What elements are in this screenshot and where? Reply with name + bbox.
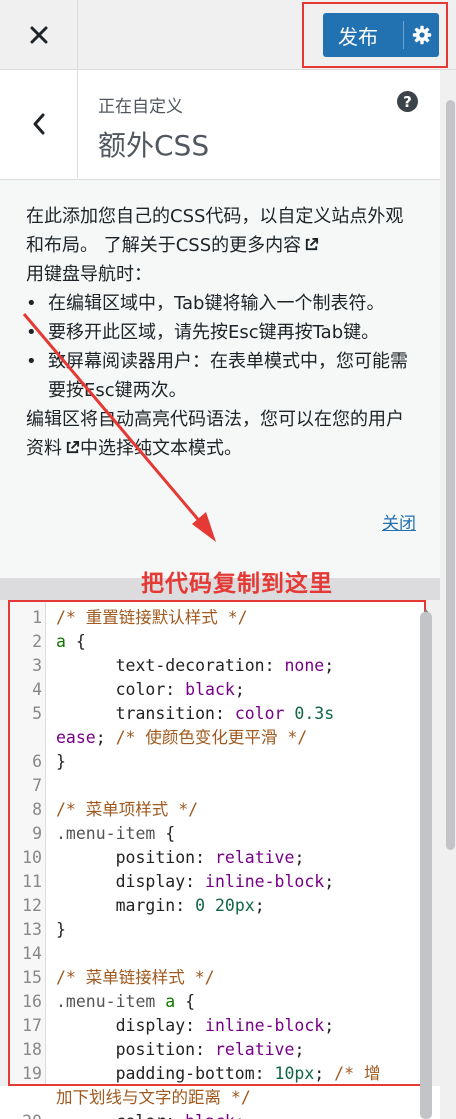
- code-line: 加下划线与文字的距离 */: [10, 1086, 424, 1110]
- top-bar: 发布: [0, 0, 456, 70]
- external-link-icon: [66, 440, 80, 454]
- publish-button[interactable]: 发布: [323, 13, 439, 57]
- publish-label: 发布: [338, 24, 378, 49]
- learn-css-link[interactable]: 了解关于CSS的更多内容: [104, 235, 319, 256]
- syntax-text: 编辑区将自动高亮代码语法，您可以在您的: [26, 409, 368, 430]
- list-item: 致屏幕阅读器用户：在表单模式中，您可能需要按Esc键两次。: [26, 347, 421, 405]
- code-line: 20 color: black;: [10, 1110, 424, 1119]
- learn-css-link-text: 了解关于CSS的更多内容: [103, 235, 302, 256]
- chevron-left-icon: [33, 113, 44, 135]
- header-subtitle: 正在自定义: [98, 97, 183, 117]
- page-title: 额外CSS: [98, 129, 210, 162]
- editor-highlight-box: [8, 600, 426, 1086]
- code-text: 加下划线与文字的距离 */: [56, 1086, 251, 1110]
- code-text: color: black;: [56, 1110, 245, 1119]
- publish-divider: [403, 21, 404, 49]
- editor-overflow-area[interactable]: 加下划线与文字的距离 */ 20 color: black;: [0, 1086, 440, 1119]
- gear-icon[interactable]: [405, 13, 439, 57]
- syntax-paragraph: 编辑区将自动高亮代码语法，您可以在您的用户资料 中选择纯文本模式。: [26, 405, 421, 463]
- intro-paragraph: 在此添加您自己的CSS代码，以自定义站点外观和布局。 了解关于CSS的更多内容: [26, 202, 421, 260]
- keyboard-nav-heading: 用键盘导航时：: [26, 264, 152, 285]
- code-token: 加下划线与文字的距离 */: [56, 1088, 251, 1107]
- list-item: 在编辑区域中，Tab键将输入一个制表符。: [26, 289, 421, 318]
- line-number: 20: [10, 1110, 42, 1119]
- code-token: color:: [56, 1112, 185, 1119]
- close-customizer-button[interactable]: [0, 0, 78, 70]
- external-link-icon: [306, 237, 319, 251]
- description-panel: 在此添加您自己的CSS代码，以自定义站点外观和布局。 了解关于CSS的更多内容 …: [0, 180, 440, 578]
- close-description-link[interactable]: 关闭: [382, 509, 416, 534]
- list-item: 要移开此区域，请先按Esc键再按Tab键。: [26, 318, 421, 347]
- panel-scrollbar[interactable]: [446, 100, 455, 850]
- code-token: black: [185, 1112, 235, 1119]
- close-icon: [30, 26, 47, 44]
- code-token: ;: [235, 1112, 245, 1119]
- annotation-label: 把代码复制到这里: [141, 571, 333, 597]
- section-header: 正在自定义 额外CSS ?: [0, 70, 440, 180]
- help-icon[interactable]: ?: [397, 91, 418, 112]
- keyboard-tips-list: 在编辑区域中，Tab键将输入一个制表符。 要移开此区域，请先按Esc键再按Tab…: [26, 289, 421, 405]
- editor-scrollbar[interactable]: [420, 612, 432, 1119]
- back-button[interactable]: [0, 70, 78, 178]
- syntax-text-end: 中选择纯文本模式。: [80, 438, 242, 459]
